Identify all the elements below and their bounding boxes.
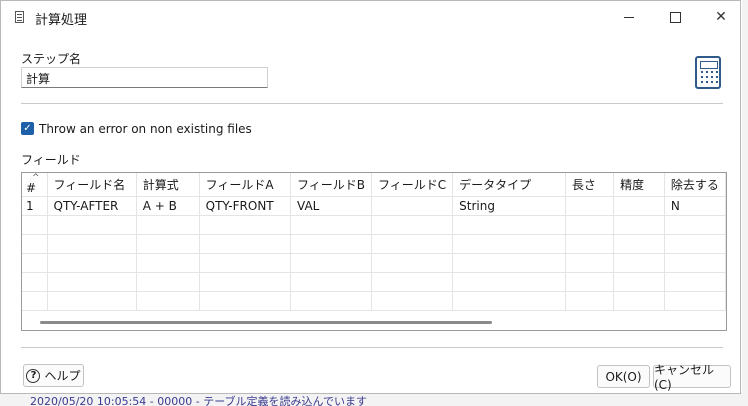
close-button[interactable]: ✕ xyxy=(698,1,744,33)
table-cell[interactable]: N xyxy=(664,196,726,216)
fields-table[interactable]: ^ # フィールド名 計算式 フィールドA フィールドB フィールドC データタイ… xyxy=(21,172,727,331)
help-button-label: ヘルプ xyxy=(44,369,81,383)
column-header-remove[interactable]: 除去する xyxy=(664,173,726,197)
table-header-row: ^ # フィールド名 計算式 フィールドA フィールドB フィールドC データタイ… xyxy=(22,173,726,197)
close-icon: ✕ xyxy=(715,9,727,25)
table-cell[interactable]: QTY-AFTER xyxy=(47,196,137,216)
table-row[interactable] xyxy=(22,215,726,235)
table-cell[interactable] xyxy=(371,196,454,216)
column-header-field-c[interactable]: フィールドC xyxy=(371,173,454,197)
maximize-icon xyxy=(669,11,681,23)
ok-button-label: OK(O) xyxy=(605,369,642,384)
ok-button[interactable]: OK(O) xyxy=(597,365,650,388)
divider-bottom xyxy=(21,347,723,348)
maximize-button[interactable] xyxy=(652,1,698,33)
background-log-strip: 2020/05/20 10:05:54 - 00000 - テーブル定義を読み込… xyxy=(0,392,748,406)
document-icon xyxy=(15,11,24,23)
calculator-dialog: 計算処理 ✕ ステップ名 計算 ✓ Throw an error on non … xyxy=(0,0,741,394)
table-row[interactable] xyxy=(22,291,726,311)
horizontal-scrollbar[interactable] xyxy=(40,321,492,324)
column-header-index[interactable]: ^ # xyxy=(22,173,48,197)
help-icon: ? xyxy=(26,368,41,383)
fields-grid: ^ # フィールド名 計算式 フィールドA フィールドB フィールドC データタイ… xyxy=(22,173,726,311)
table-row[interactable]: 1 QTY-AFTER A + B QTY-FRONT VAL String N xyxy=(22,196,726,216)
table-cell[interactable] xyxy=(565,196,615,216)
table-cell[interactable]: QTY-FRONT xyxy=(199,196,292,216)
table-row[interactable] xyxy=(22,272,726,292)
cancel-button[interactable]: キャンセル(C) xyxy=(653,363,731,392)
column-header-data-type[interactable]: データタイプ xyxy=(452,173,566,197)
table-row[interactable] xyxy=(22,253,726,273)
minimize-button[interactable] xyxy=(606,1,652,33)
background-log-text: 2020/05/20 10:05:54 - 00000 - テーブル定義を読み込… xyxy=(30,395,368,406)
step-name-label: ステップ名 xyxy=(21,52,82,66)
cancel-button-label: キャンセル(C) xyxy=(654,363,715,392)
table-cell[interactable]: A + B xyxy=(136,196,200,216)
table-cell[interactable]: String xyxy=(452,196,566,216)
throw-error-label: Throw an error on non existing files xyxy=(39,122,252,136)
background-window-edge xyxy=(742,0,748,406)
calculator-keys xyxy=(701,71,718,85)
column-header-formula[interactable]: 計算式 xyxy=(136,173,200,197)
calculator-screen xyxy=(700,61,718,69)
table-cell[interactable]: VAL xyxy=(290,196,372,216)
calculator-icon xyxy=(695,56,721,89)
title-bar: 計算処理 ✕ xyxy=(1,1,740,33)
fields-label: フィールド xyxy=(21,153,81,167)
column-header-field-b[interactable]: フィールドB xyxy=(290,173,372,197)
divider-top xyxy=(21,103,723,104)
column-header-precision[interactable]: 精度 xyxy=(613,173,665,197)
table-row[interactable] xyxy=(22,234,726,254)
column-header-length[interactable]: 長さ xyxy=(565,173,615,197)
help-button[interactable]: ? ヘルプ xyxy=(23,364,84,387)
column-header-field-name[interactable]: フィールド名 xyxy=(47,173,137,197)
table-cell[interactable] xyxy=(613,196,665,216)
column-header-field-a[interactable]: フィールドA xyxy=(199,173,292,197)
throw-error-checkbox[interactable]: ✓ xyxy=(21,122,34,135)
window-title: 計算処理 xyxy=(35,13,88,28)
minimize-icon xyxy=(624,16,634,18)
step-name-input[interactable]: 計算 xyxy=(21,67,268,88)
table-cell[interactable]: 1 xyxy=(22,196,48,216)
